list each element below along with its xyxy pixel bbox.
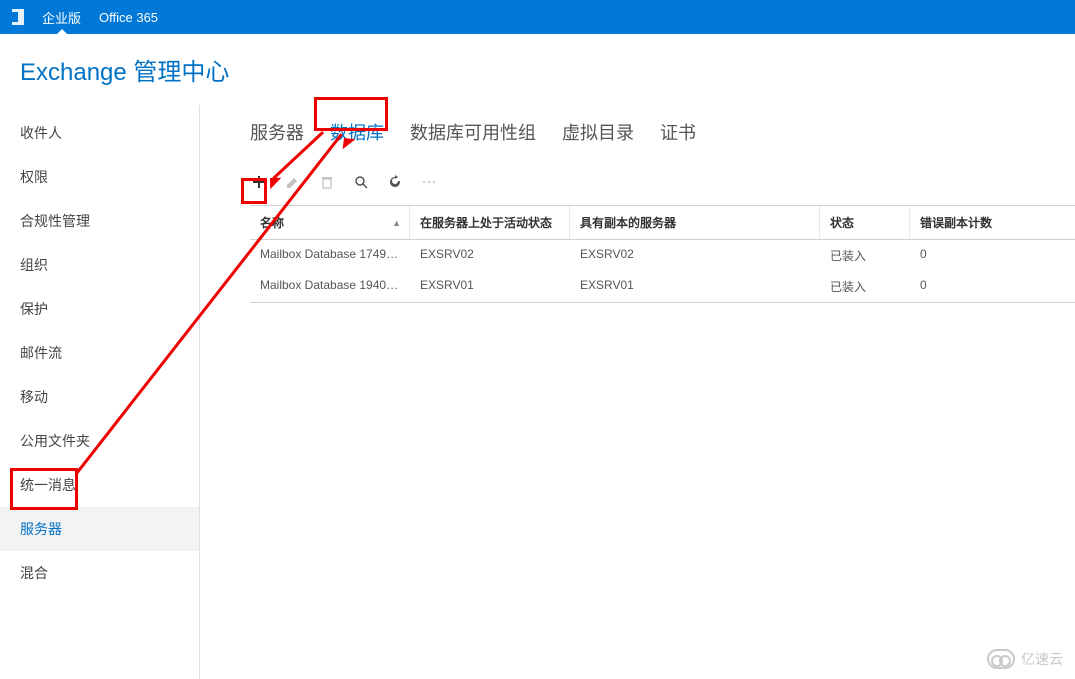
more-icon [421, 174, 437, 190]
col-status[interactable]: 状态 [820, 206, 910, 239]
table-header: 名称▲ 在服务器上处于活动状态 具有副本的服务器 状态 错误副本计数 [250, 206, 1075, 240]
cell-bad: 0 [910, 240, 1070, 271]
pencil-icon [285, 174, 301, 190]
edit-button[interactable] [284, 173, 302, 191]
database-table: 名称▲ 在服务器上处于活动状态 具有副本的服务器 状态 错误副本计数 Mailb… [250, 205, 1075, 303]
delete-button[interactable] [318, 173, 336, 191]
cell-copies: EXSRV02 [570, 240, 820, 271]
more-button[interactable] [420, 173, 438, 191]
cell-status: 已装入 [820, 271, 910, 302]
sidebar-item-hybrid[interactable]: 混合 [0, 551, 199, 595]
watermark: 亿速云 [987, 649, 1063, 669]
col-name[interactable]: 名称▲ [250, 206, 410, 239]
tab-servers[interactable]: 服务器 [250, 119, 304, 145]
sidebar-item-mailflow[interactable]: 邮件流 [0, 331, 199, 375]
cell-copies: EXSRV01 [570, 271, 820, 302]
top-ribbon: 企业版 Office 365 [0, 0, 1075, 34]
table-row[interactable]: Mailbox Database 194075... EXSRV01 EXSRV… [250, 271, 1075, 302]
sidebar-item-recipients[interactable]: 收件人 [0, 111, 199, 155]
content-tabs: 服务器 数据库 数据库可用性组 虚拟目录 证书 [250, 105, 1075, 173]
add-button[interactable] [250, 173, 268, 191]
cell-active-on: EXSRV02 [410, 240, 570, 271]
office-logo-icon [8, 7, 28, 27]
cell-status: 已装入 [820, 240, 910, 271]
search-icon [353, 174, 369, 190]
sidebar-item-servers[interactable]: 服务器 [0, 507, 199, 551]
cell-name: Mailbox Database 174924... [250, 240, 410, 271]
sidebar-item-public-folders[interactable]: 公用文件夹 [0, 419, 199, 463]
cell-bad: 0 [910, 271, 1070, 302]
col-active-on[interactable]: 在服务器上处于活动状态 [410, 206, 570, 239]
content-area: 服务器 数据库 数据库可用性组 虚拟目录 证书 [200, 105, 1075, 679]
tab-certificates[interactable]: 证书 [660, 119, 696, 145]
sort-asc-icon: ▲ [392, 218, 401, 228]
col-bad-copies[interactable]: 错误副本计数 [910, 206, 1070, 239]
tab-dag[interactable]: 数据库可用性组 [410, 119, 536, 145]
toolbar [250, 173, 1075, 205]
col-copies[interactable]: 具有副本的服务器 [570, 206, 820, 239]
watermark-logo-icon [987, 649, 1015, 669]
refresh-icon [387, 174, 403, 190]
search-button[interactable] [352, 173, 370, 191]
refresh-button[interactable] [386, 173, 404, 191]
sidebar-item-compliance[interactable]: 合规性管理 [0, 199, 199, 243]
watermark-text: 亿速云 [1021, 649, 1063, 669]
cell-name: Mailbox Database 194075... [250, 271, 410, 302]
topbar-enterprise-link[interactable]: 企业版 [42, 8, 81, 27]
sidebar-item-protection[interactable]: 保护 [0, 287, 199, 331]
cell-active-on: EXSRV01 [410, 271, 570, 302]
sidebar: 收件人 权限 合规性管理 组织 保护 邮件流 移动 公用文件夹 统一消息 服务器… [0, 105, 200, 679]
topbar-office365-link[interactable]: Office 365 [99, 10, 158, 25]
sidebar-item-organization[interactable]: 组织 [0, 243, 199, 287]
sidebar-item-unified-messaging[interactable]: 统一消息 [0, 463, 199, 507]
tab-databases[interactable]: 数据库 [330, 119, 384, 145]
plus-icon [251, 174, 267, 190]
tab-virtual-directories[interactable]: 虚拟目录 [562, 119, 634, 145]
sidebar-item-permissions[interactable]: 权限 [0, 155, 199, 199]
table-row[interactable]: Mailbox Database 174924... EXSRV02 EXSRV… [250, 240, 1075, 271]
sidebar-item-mobile[interactable]: 移动 [0, 375, 199, 419]
page-title: Exchange 管理中心 [0, 34, 1075, 105]
trash-icon [319, 174, 335, 190]
